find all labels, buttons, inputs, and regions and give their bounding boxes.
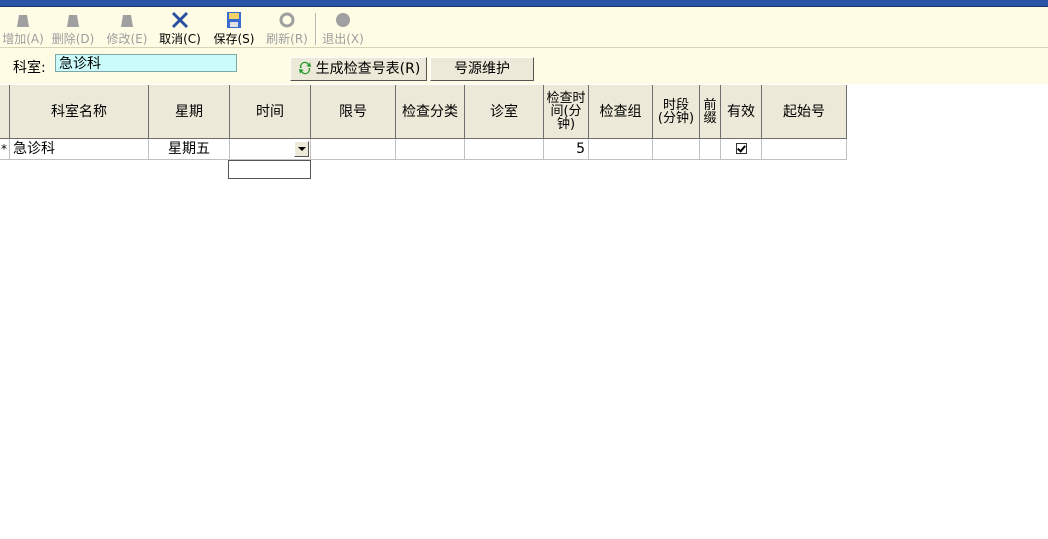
col-dept-name[interactable]: 科室名称 — [10, 85, 149, 139]
exit-icon — [336, 13, 350, 27]
col-prefix[interactable]: 前缀 — [700, 85, 721, 139]
save-label: 保存(S) — [213, 32, 255, 46]
add-icon — [17, 15, 29, 27]
generate-schedule-button[interactable]: 生成检查号表(R) — [290, 57, 427, 81]
row-indicator: * — [0, 139, 10, 160]
delete-button[interactable]: 删除(D) — [50, 9, 96, 46]
exit-button[interactable]: 退出(X) — [320, 9, 366, 46]
cell-limit[interactable] — [311, 139, 396, 160]
generate-schedule-label: 生成检查号表(R) — [315, 61, 421, 77]
cell-time-combo[interactable] — [230, 139, 311, 160]
chevron-down-icon[interactable] — [294, 141, 309, 157]
col-period[interactable]: 时段(分钟) — [653, 85, 700, 139]
refresh-label: 刷新(R) — [266, 32, 308, 46]
cell-category[interactable] — [396, 139, 465, 160]
cell-exam-minutes[interactable]: 5 — [544, 139, 589, 160]
dept-input[interactable]: 急诊科 — [55, 54, 237, 72]
save-icon — [227, 12, 241, 28]
edit-button[interactable]: 修改(E) — [104, 9, 150, 46]
valid-checkbox[interactable] — [736, 143, 747, 154]
cell-group[interactable] — [589, 139, 653, 160]
cancel-icon — [171, 11, 189, 29]
toolbar-separator — [315, 13, 317, 45]
delete-icon — [67, 15, 79, 27]
col-start-no[interactable]: 起始号 — [762, 85, 847, 139]
cancel-button[interactable]: 取消(C) — [157, 9, 203, 46]
dept-label: 科室: — [13, 60, 46, 76]
title-strip — [0, 0, 1048, 7]
col-valid[interactable]: 有效 — [721, 85, 762, 139]
add-label: 增加(A) — [2, 32, 44, 46]
source-maintain-button[interactable]: 号源维护 — [430, 57, 534, 81]
col-time[interactable]: 时间 — [230, 85, 311, 139]
col-exam-minutes[interactable]: 检查时间(分钟) — [544, 85, 589, 139]
col-limit[interactable]: 限号 — [311, 85, 396, 139]
refresh-icon — [279, 12, 295, 28]
cell-period[interactable] — [653, 139, 700, 160]
time-dropdown-list[interactable] — [228, 160, 311, 179]
source-maintain-label: 号源维护 — [454, 61, 510, 77]
delete-label: 删除(D) — [51, 32, 95, 46]
refresh-green-icon — [298, 61, 311, 75]
cell-room[interactable] — [465, 139, 544, 160]
cell-dept-name[interactable]: 急诊科 — [10, 139, 149, 160]
col-room[interactable]: 诊室 — [465, 85, 544, 139]
cell-start-no[interactable] — [762, 139, 847, 160]
edit-label: 修改(E) — [106, 32, 148, 46]
cell-valid[interactable] — [721, 139, 762, 160]
filter-bar: 科室: 急诊科 生成检查号表(R) 号源维护 — [0, 48, 1048, 84]
cell-weekday[interactable]: 星期五 — [149, 139, 230, 160]
save-button[interactable]: 保存(S) — [211, 9, 257, 46]
exit-label: 退出(X) — [322, 32, 364, 46]
refresh-button[interactable]: 刷新(R) — [264, 9, 310, 46]
cancel-label: 取消(C) — [159, 32, 201, 46]
col-group[interactable]: 检查组 — [589, 85, 653, 139]
row-header-corner — [0, 85, 10, 139]
col-category[interactable]: 检查分类 — [396, 85, 465, 139]
col-weekday[interactable]: 星期 — [149, 85, 230, 139]
cell-prefix[interactable] — [700, 139, 721, 160]
edit-icon — [121, 15, 133, 27]
schedule-table: 科室名称 星期 时间 限号 检查分类 诊室 检查时间(分钟) 检查组 时段(分钟… — [0, 85, 1048, 539]
add-button[interactable]: 增加(A) — [0, 9, 46, 46]
toolbar: 增加(A) 删除(D) 修改(E) 取消(C) 保存(S) 刷新(R) 退出(X… — [0, 7, 1048, 48]
